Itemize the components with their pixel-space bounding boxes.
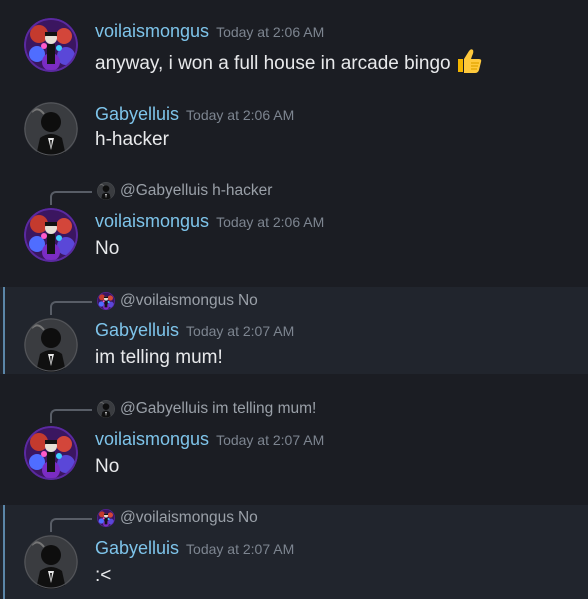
reply-preview[interactable]: @voilaismongus No xyxy=(97,292,258,310)
reply-text: No xyxy=(237,509,258,526)
reply-mention[interactable]: @Gabyelluis xyxy=(120,400,208,418)
avatar[interactable] xyxy=(24,426,78,480)
avatar[interactable] xyxy=(24,102,78,156)
avatar[interactable] xyxy=(24,18,78,72)
reply-line xyxy=(50,518,92,532)
avatar[interactable] xyxy=(24,208,78,262)
timestamp: Today at 2:06 AM xyxy=(216,24,325,40)
avatar[interactable] xyxy=(24,318,78,372)
reply-mention[interactable]: @voilaismongus xyxy=(120,292,234,310)
message-text: h-hacker xyxy=(95,129,169,150)
reply-avatar xyxy=(97,509,115,527)
reply-preview[interactable]: @Gabyelluis im telling mum! xyxy=(97,400,316,418)
reply-avatar xyxy=(97,400,115,418)
reply-preview[interactable]: @Gabyelluis h-hacker xyxy=(97,182,272,200)
reply-mention[interactable]: @voilaismongus xyxy=(120,509,234,527)
timestamp: Today at 2:07 AM xyxy=(186,541,295,557)
timestamp: Today at 2:06 AM xyxy=(216,214,325,230)
reply-mention[interactable]: @Gabyelluis xyxy=(120,182,208,200)
message-text: im telling mum! xyxy=(95,347,223,368)
reply-text: h-hacker xyxy=(212,182,273,199)
message-item[interactable]: @voilaismongus No Gabyelluis Today at 2:0… xyxy=(0,287,588,374)
thumbs-up-icon xyxy=(457,49,481,73)
message-text: No xyxy=(95,456,120,477)
message-text: No xyxy=(95,238,120,259)
username[interactable]: Gabyelluis xyxy=(95,104,179,124)
username[interactable]: voilaismongus xyxy=(95,429,209,449)
reply-text: im telling mum! xyxy=(212,400,317,417)
timestamp: Today at 2:07 AM xyxy=(216,432,325,448)
reply-preview[interactable]: @voilaismongus No xyxy=(97,509,258,527)
message-item[interactable]: @voilaismongus No Gabyelluis Today at 2:0… xyxy=(0,505,588,599)
message-item[interactable]: voilaismongus Today at 2:06 AM anyway, i … xyxy=(0,0,588,92)
message-text: anyway, i won a full house in arcade bin… xyxy=(95,53,451,74)
username[interactable]: Gabyelluis xyxy=(95,538,179,558)
reply-line xyxy=(50,409,92,423)
reply-avatar xyxy=(97,182,115,200)
username[interactable]: Gabyelluis xyxy=(95,320,179,340)
message-item[interactable]: @Gabyelluis im telling mum! voilaismongu… xyxy=(0,390,588,500)
username[interactable]: voilaismongus xyxy=(95,211,209,231)
username[interactable]: voilaismongus xyxy=(95,21,209,41)
timestamp: Today at 2:07 AM xyxy=(186,323,295,339)
message-item[interactable]: @Gabyelluis h-hacker voilaismongus Today … xyxy=(0,172,588,282)
avatar[interactable] xyxy=(24,535,78,589)
reply-text: No xyxy=(237,292,258,309)
timestamp: Today at 2:06 AM xyxy=(186,107,295,123)
chat-log: voilaismongus Today at 2:06 AM anyway, i … xyxy=(0,0,588,599)
reply-line xyxy=(50,301,92,315)
message-text: :< xyxy=(95,565,112,586)
reply-avatar xyxy=(97,292,115,310)
reply-line xyxy=(50,191,92,205)
message-item[interactable]: Gabyelluis Today at 2:06 AM h-hacker xyxy=(0,92,588,172)
